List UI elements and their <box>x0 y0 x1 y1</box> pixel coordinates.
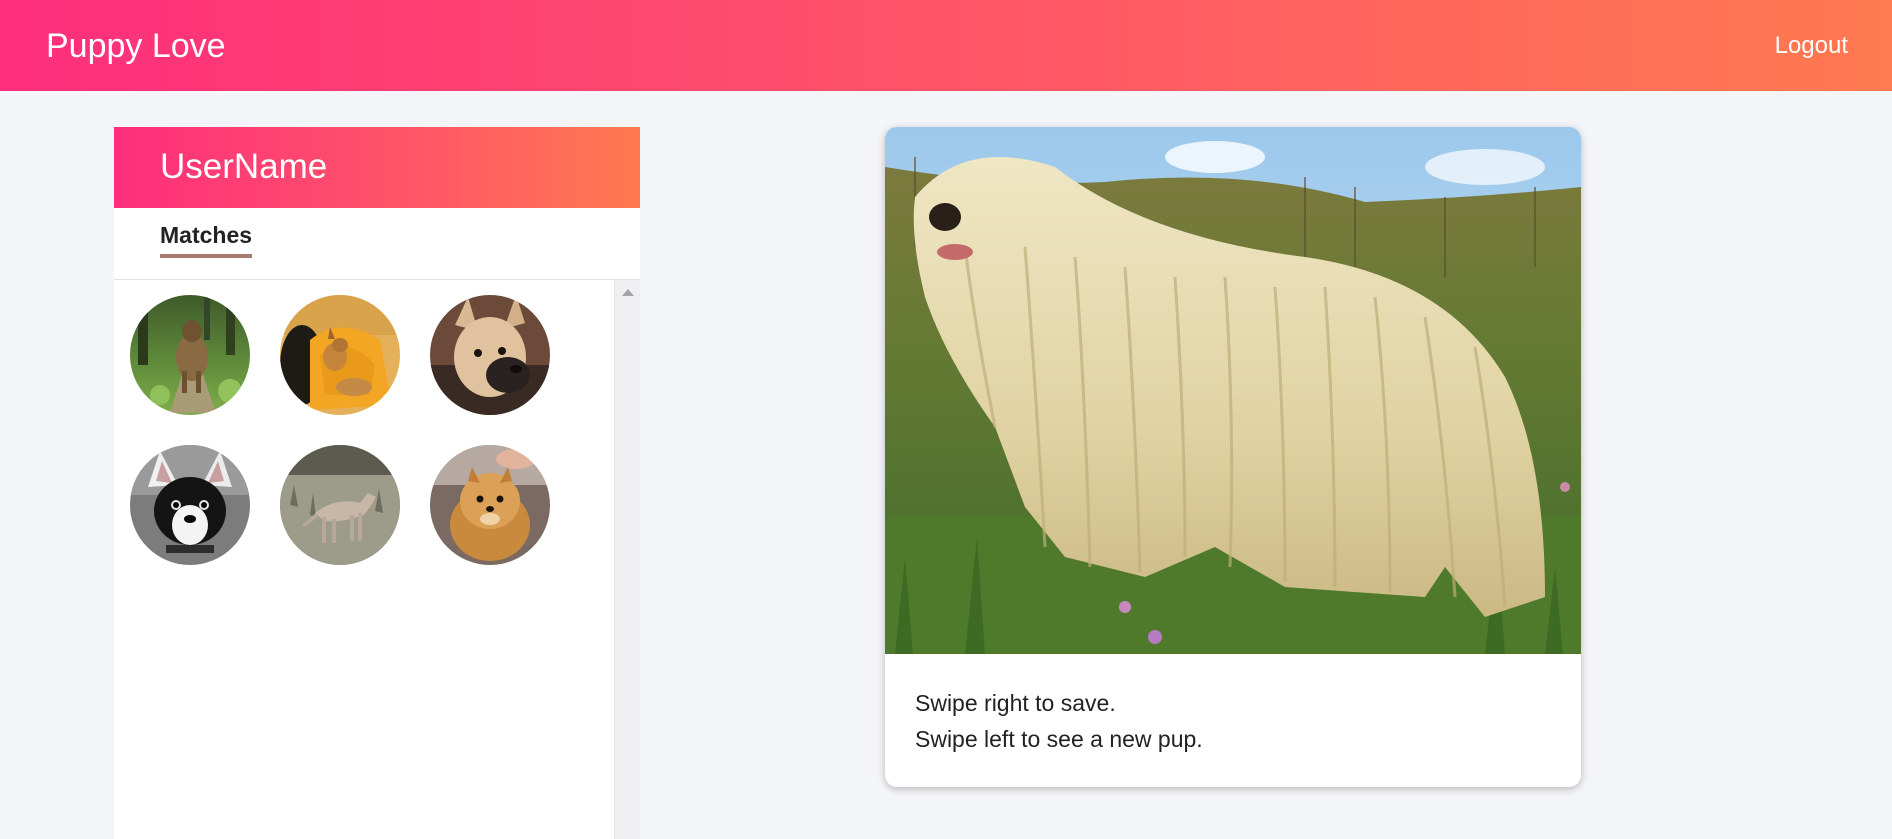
dog-photo-icon <box>130 445 250 565</box>
swipe-instructions: Swipe right to save. Swipe left to see a… <box>915 685 1203 757</box>
dog-photo-icon <box>280 295 400 415</box>
swipe-right-text: Swipe right to save. <box>915 690 1116 716</box>
app-brand[interactable]: Puppy Love <box>46 24 226 68</box>
dog-photo-icon <box>130 295 250 415</box>
pup-photo[interactable] <box>885 127 1581 654</box>
sidebar-header: UserName <box>114 127 640 208</box>
swipe-left-text: Swipe left to see a new pup. <box>915 726 1203 752</box>
dog-photo-icon <box>430 295 550 415</box>
sidebar-tabs: Matches <box>114 208 640 280</box>
dog-photo-icon <box>280 445 400 565</box>
tab-matches[interactable]: Matches <box>160 220 253 258</box>
match-avatar-4[interactable] <box>130 445 250 565</box>
match-avatar-5[interactable] <box>280 445 400 565</box>
matches-scrollbar[interactable] <box>614 280 640 839</box>
logout-button[interactable]: Logout <box>1775 30 1848 62</box>
match-avatar-1[interactable] <box>130 295 250 415</box>
username: UserName <box>160 147 328 186</box>
dog-photo-icon <box>885 127 1581 654</box>
dog-photo-icon <box>430 445 550 565</box>
top-navbar: Puppy Love Logout <box>0 0 1892 91</box>
match-avatar-3[interactable] <box>430 295 550 415</box>
match-avatar-2[interactable] <box>280 295 400 415</box>
match-avatar-6[interactable] <box>430 445 550 565</box>
triangle-up-icon[interactable] <box>622 289 634 296</box>
pup-card[interactable]: Swipe right to save. Swipe left to see a… <box>885 127 1581 787</box>
